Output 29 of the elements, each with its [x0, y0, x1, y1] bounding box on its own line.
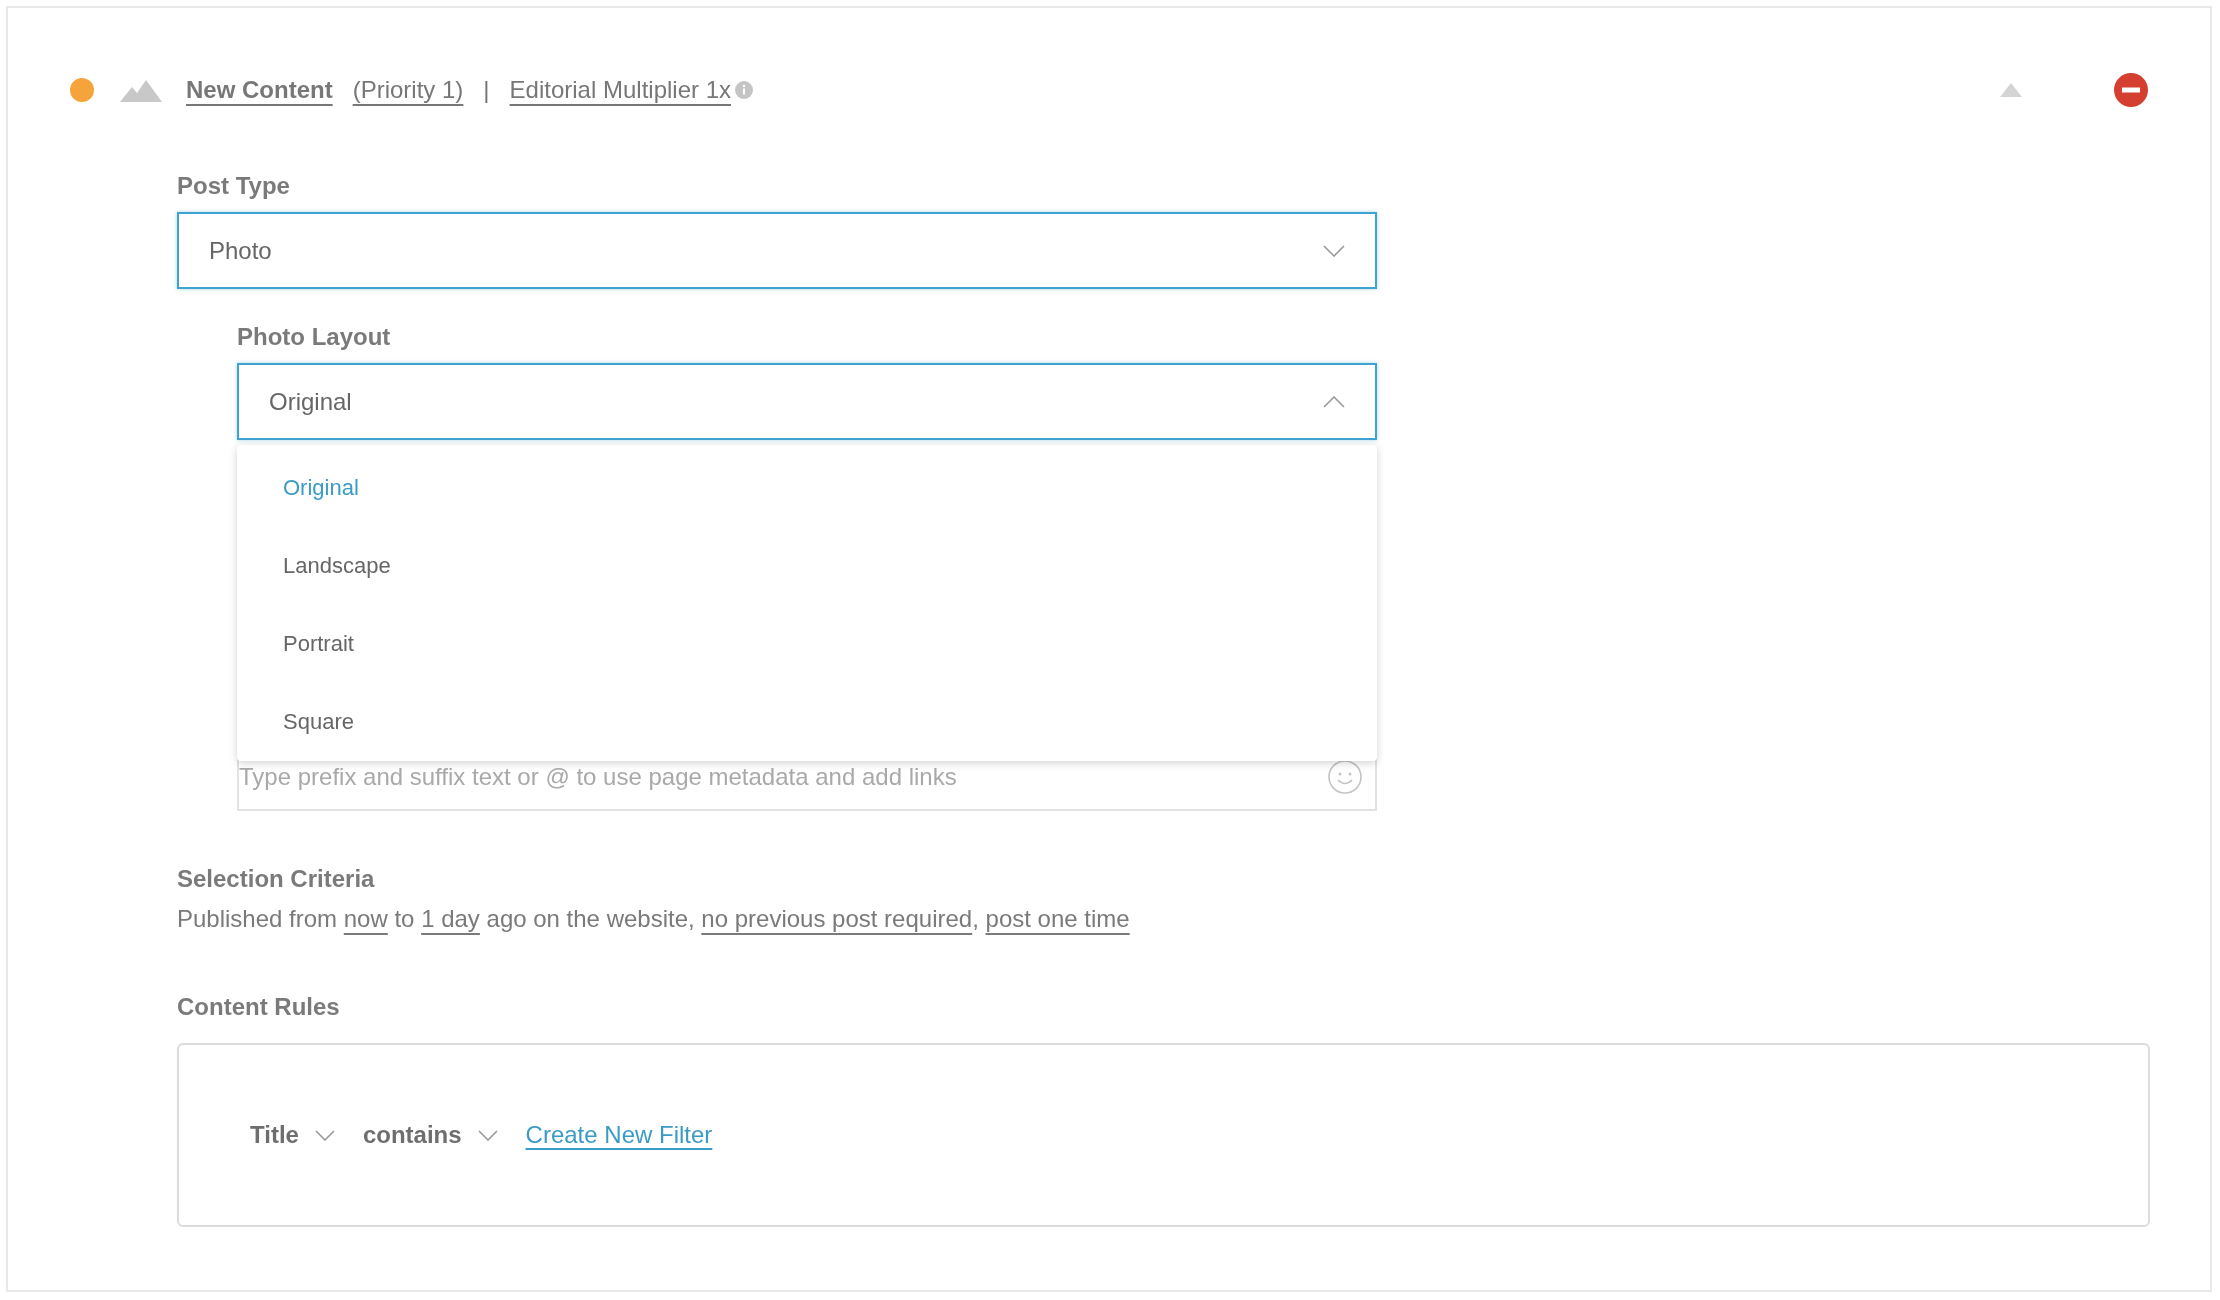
operator-dropdown[interactable]: contains	[362, 1121, 462, 1149]
dropdown-option[interactable]: Original	[237, 449, 1377, 527]
criteria-link[interactable]: no previous post required	[701, 905, 973, 932]
emoji-icon[interactable]	[1327, 759, 1363, 795]
remove-icon[interactable]	[2114, 73, 2148, 107]
field-dropdown[interactable]: Title	[250, 1121, 299, 1149]
criteria-link[interactable]: 1 day	[421, 905, 480, 932]
info-icon	[735, 81, 753, 99]
priority-link[interactable]: (Priority 1)	[352, 76, 464, 104]
field-label: Photo Layout	[237, 323, 392, 351]
photo-layout-select[interactable]: Original	[237, 363, 1377, 440]
post-type-select[interactable]: Photo	[177, 212, 1377, 289]
multiplier-link[interactable]: Editorial Multiplier 1x	[509, 76, 731, 104]
separator: |	[483, 76, 490, 104]
chevron-icon	[477, 1129, 498, 1141]
dropdown-option[interactable]: Portrait	[237, 605, 1377, 683]
section-label: Content Rules	[177, 993, 341, 1021]
status-dot	[70, 78, 94, 102]
mountain-icon	[120, 78, 162, 102]
chevron-icon	[314, 1129, 335, 1141]
field-label: Post Type	[177, 172, 291, 200]
section-label: Selection Criteria	[177, 865, 376, 893]
content-title-link[interactable]: New Content	[186, 76, 333, 104]
selection-criteria-text: Published from now to 1 day ago on the website, no previous post required, post one time	[177, 905, 1131, 933]
collapse-icon[interactable]	[2000, 83, 2022, 97]
criteria-link[interactable]: post one time	[985, 905, 1130, 932]
create-filter-link[interactable]: Create New Filter	[525, 1121, 713, 1149]
dropdown-option[interactable]: Landscape	[237, 527, 1377, 605]
criteria-link[interactable]: now	[343, 905, 388, 932]
